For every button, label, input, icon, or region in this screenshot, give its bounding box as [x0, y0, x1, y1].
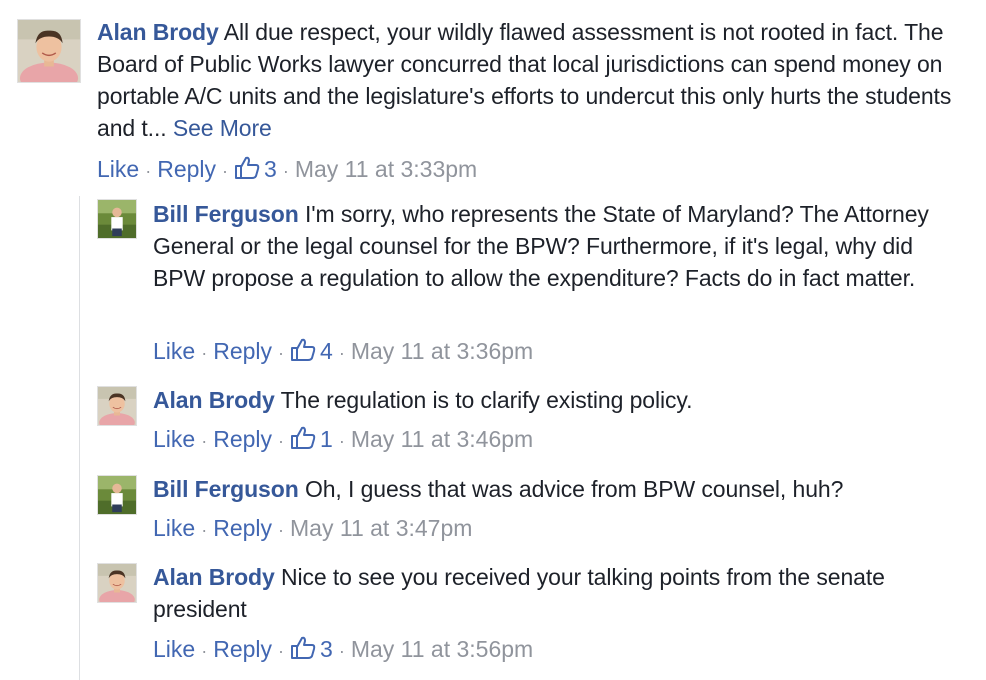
comment-timestamp[interactable]: May 11 at 3:33pm	[295, 156, 477, 182]
avatar-bill-ferguson[interactable]	[97, 199, 137, 239]
separator-dot: ·	[338, 343, 345, 363]
comment-text: The regulation is to clarify existing po…	[280, 387, 693, 413]
reply-button[interactable]: Reply	[213, 338, 272, 364]
comment-body: Alan Brody The regulation is to clarify …	[153, 384, 943, 416]
thumbs-up-icon	[291, 338, 316, 361]
like-count-value: 1	[320, 426, 333, 452]
separator-dot: ·	[278, 520, 285, 540]
profile-photo-icon	[98, 476, 136, 514]
thumbs-up-icon	[235, 156, 260, 179]
comment-actions: Like · Reply · 3 · May 11 at 3:33pm	[97, 154, 477, 186]
comment-author-link[interactable]: Alan Brody	[153, 564, 275, 590]
like-count[interactable]: 1	[290, 426, 333, 452]
like-count[interactable]: 4	[290, 338, 333, 364]
profile-photo-icon	[98, 200, 136, 238]
separator-dot: ·	[278, 343, 285, 363]
comment-timestamp[interactable]: May 11 at 3:36pm	[351, 338, 533, 364]
like-button[interactable]: Like	[153, 636, 195, 662]
comment-actions: Like · Reply · 4 · May 11 at 3:36pm	[153, 336, 533, 368]
comment-actions: Like · Reply · May 11 at 3:47pm	[153, 513, 472, 545]
like-count-value: 3	[264, 156, 277, 182]
like-count-value: 3	[320, 636, 333, 662]
comment-text: Oh, I guess that was advice from BPW cou…	[304, 476, 844, 502]
comment-author-link[interactable]: Alan Brody	[97, 19, 219, 45]
reply-button[interactable]: Reply	[157, 156, 216, 182]
reply-button[interactable]: Reply	[213, 636, 272, 662]
like-count[interactable]: 3	[234, 156, 277, 182]
comment-body: Bill Ferguson I'm sorry, who represents …	[153, 198, 943, 294]
like-button[interactable]: Like	[153, 515, 195, 541]
like-count-value: 4	[320, 338, 333, 364]
like-count[interactable]: 3	[290, 636, 333, 662]
comment-body: Bill Ferguson Oh, I guess that was advic…	[153, 473, 943, 505]
comment-actions: Like · Reply · 1 · May 11 at 3:46pm	[153, 424, 533, 456]
separator-dot: ·	[278, 431, 285, 451]
reply-button[interactable]: Reply	[213, 426, 272, 452]
see-more-link[interactable]: See More	[173, 115, 272, 141]
like-button[interactable]: Like	[153, 338, 195, 364]
reply-thread-line	[79, 196, 80, 680]
comment-author-link[interactable]: Alan Brody	[153, 387, 275, 413]
comment-actions: Like · Reply · 3 · May 11 at 3:56pm	[153, 634, 533, 666]
separator-dot: ·	[201, 343, 208, 363]
comment-timestamp[interactable]: May 11 at 3:47pm	[290, 515, 472, 541]
profile-photo-icon	[18, 20, 80, 82]
comment-timestamp[interactable]: May 11 at 3:56pm	[351, 636, 533, 662]
separator-dot: ·	[282, 161, 289, 181]
separator-dot: ·	[201, 641, 208, 661]
profile-photo-icon	[98, 564, 136, 602]
separator-dot: ·	[201, 520, 208, 540]
profile-photo-icon	[98, 387, 136, 425]
avatar-alan-brody[interactable]	[17, 19, 81, 83]
separator-dot: ·	[338, 431, 345, 451]
like-button[interactable]: Like	[97, 156, 139, 182]
separator-dot: ·	[222, 161, 229, 181]
reply-button[interactable]: Reply	[213, 515, 272, 541]
avatar-alan-brody[interactable]	[97, 386, 137, 426]
like-button[interactable]: Like	[153, 426, 195, 452]
comment-body: Alan Brody Nice to see you received your…	[153, 561, 943, 625]
avatar-bill-ferguson[interactable]	[97, 475, 137, 515]
thumbs-up-icon	[291, 426, 316, 449]
separator-dot: ·	[278, 641, 285, 661]
comment-body: Alan Brody All due respect, your wildly …	[97, 16, 967, 144]
comment-author-link[interactable]: Bill Ferguson	[153, 201, 299, 227]
separator-dot: ·	[338, 641, 345, 661]
comment-author-link[interactable]: Bill Ferguson	[153, 476, 299, 502]
separator-dot: ·	[145, 161, 152, 181]
comment-timestamp[interactable]: May 11 at 3:46pm	[351, 426, 533, 452]
thumbs-up-icon	[291, 636, 316, 659]
avatar-alan-brody[interactable]	[97, 563, 137, 603]
separator-dot: ·	[201, 431, 208, 451]
